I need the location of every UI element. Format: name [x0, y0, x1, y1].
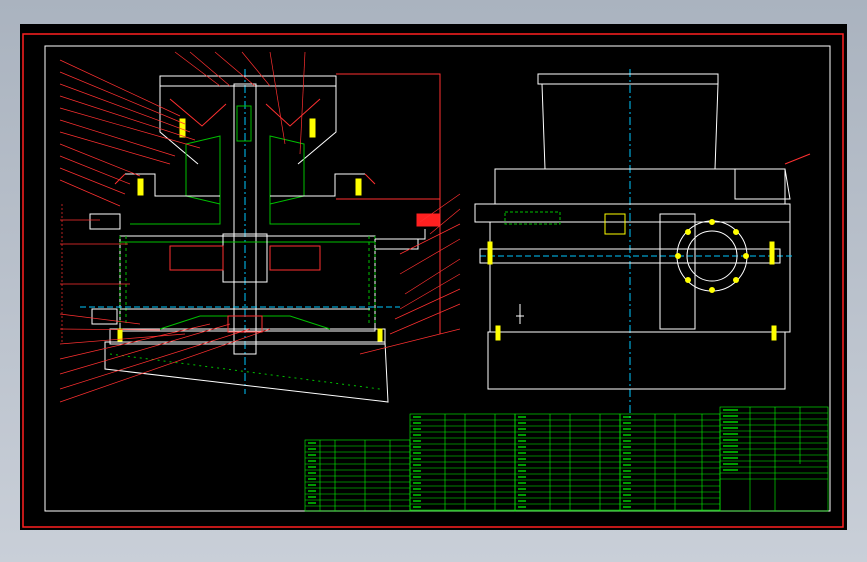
elevation-bolts	[487, 219, 777, 341]
bolt-icon	[685, 229, 691, 235]
bom-rows	[305, 412, 828, 511]
cad-viewport[interactable]	[20, 24, 847, 530]
bolt-icon	[709, 287, 715, 293]
bolt-icon	[733, 277, 739, 283]
rotor-wall-left	[119, 236, 127, 324]
bolt-icon	[309, 118, 316, 138]
dimension-frame	[336, 73, 441, 200]
motor-box	[604, 213, 626, 235]
upper-flange	[474, 203, 791, 223]
bolt-icon	[769, 241, 775, 265]
base-frame	[487, 331, 786, 390]
bolt-icon	[355, 178, 362, 196]
bolt-icon	[495, 325, 501, 341]
bill-of-materials	[304, 406, 829, 512]
bolt-icon	[675, 253, 681, 259]
side-chute-leader	[784, 153, 811, 165]
inner-border	[44, 45, 831, 512]
bolt-icon	[137, 178, 144, 196]
side-chute	[734, 168, 791, 200]
elevation-view	[474, 69, 811, 419]
bom-columns	[319, 407, 828, 511]
bom-table-1	[304, 439, 411, 512]
rotor-wall-right	[368, 236, 376, 324]
bolt-icon	[377, 328, 383, 342]
bom-table-2	[409, 413, 516, 512]
valve-icon	[91, 308, 118, 325]
bolt-icon	[487, 241, 493, 265]
bolt-icon	[685, 277, 691, 283]
bom-table-4	[619, 413, 721, 512]
drawing-sheet	[22, 33, 844, 528]
leader-lines-top	[174, 51, 306, 155]
hopper-rim	[537, 73, 719, 85]
bom-table-3	[514, 413, 621, 512]
leader-lines-left	[59, 59, 271, 403]
shaft-key	[236, 105, 252, 142]
bom-text-marks	[308, 409, 738, 508]
rotor-body	[119, 235, 376, 332]
bolt-icon	[709, 219, 715, 225]
bolt-icon	[179, 118, 186, 138]
bolt-icon	[733, 229, 739, 235]
drain-valve	[516, 304, 524, 324]
inlet-pipe-left	[89, 213, 121, 230]
nozzle-icon	[416, 213, 440, 227]
section-bolts	[117, 118, 383, 342]
foundation-block	[104, 341, 389, 403]
bolt-icon	[743, 253, 749, 259]
main-casing	[489, 221, 791, 333]
bolt-icon	[771, 325, 777, 341]
outlet-pipe	[375, 229, 426, 250]
